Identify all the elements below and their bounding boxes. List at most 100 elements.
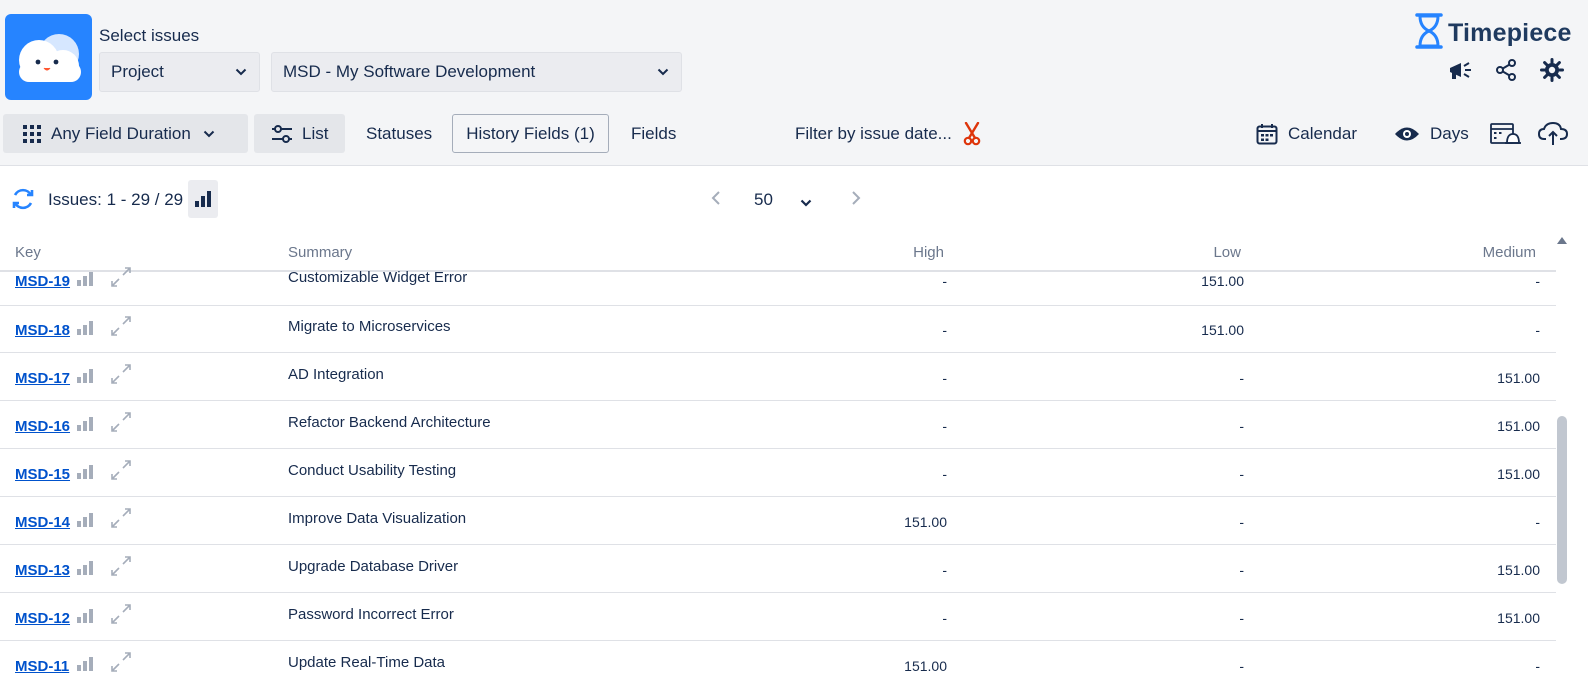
fields-button[interactable]: Fields [631,114,676,153]
bar-chart-icon[interactable] [77,560,95,576]
bar-chart-icon[interactable] [188,180,218,218]
medium-duration-cell: 151.00 [1497,370,1540,386]
medium-duration-cell: - [1535,514,1540,530]
sliders-icon [271,124,293,143]
megaphone-icon[interactable] [1446,56,1474,84]
issue-key-link[interactable]: MSD-17 [15,370,70,387]
table-row[interactable]: MSD-19 Customizable Widget Error - 151.00 - [0,258,1556,306]
filter-by-issue-date-button[interactable]: Filter by issue date... [795,114,982,153]
scissors-icon[interactable] [962,121,982,146]
table-row[interactable]: MSD-14 Improve Data Visualization 151.00 - - [0,497,1556,545]
previous-page-icon[interactable] [709,190,723,211]
statuses-button[interactable]: Statuses [366,114,432,153]
bar-chart-icon[interactable] [77,320,95,336]
scope-dropdown[interactable]: Project [99,52,260,92]
days-button[interactable]: Days [1394,114,1469,153]
issue-summary: Customizable Widget Error [288,269,468,286]
high-duration-cell: - [942,370,947,386]
calendar-icon [1256,123,1278,145]
report-type-button[interactable]: Any Field Duration [3,114,248,153]
issue-summary: AD Integration [288,366,384,383]
calendar-button[interactable]: Calendar [1256,114,1357,153]
list-button[interactable]: List [254,114,345,153]
statuses-label: Statuses [366,123,433,143]
expand-icon[interactable] [110,555,132,577]
medium-duration-cell: 151.00 [1497,466,1540,482]
low-duration-cell: 151.00 [1201,273,1244,289]
table-row[interactable]: MSD-17 AD Integration - - 151.00 [0,353,1556,401]
medium-duration-cell: - [1535,273,1540,289]
issue-key-link[interactable]: MSD-18 [15,322,70,339]
low-duration-cell: - [1239,658,1244,674]
issue-summary: Migrate to Microservices [288,318,451,335]
chevron-down-icon [656,65,670,79]
bar-chart-icon[interactable] [77,512,95,528]
table-row[interactable]: MSD-16 Refactor Backend Architecture - - 151… [0,401,1556,449]
grid-icon [23,124,41,143]
table-row[interactable]: MSD-12 Password Incorrect Error - - 151.00 [0,593,1556,641]
chevron-down-icon [234,65,248,79]
low-duration-cell: 151.00 [1201,322,1244,338]
bar-chart-icon[interactable] [77,656,95,672]
project-dropdown[interactable]: MSD - My Software Development [271,52,682,92]
expand-icon[interactable] [110,459,132,481]
issue-summary: Refactor Backend Architecture [288,414,491,431]
medium-duration-cell: 151.00 [1497,610,1540,626]
expand-icon[interactable] [110,507,132,529]
bar-chart-icon[interactable] [77,368,95,384]
page-size-value[interactable]: 50 [754,190,773,210]
expand-icon[interactable] [110,363,132,385]
expand-icon[interactable] [110,651,132,673]
issue-key-link[interactable]: MSD-13 [15,562,70,579]
expand-icon[interactable] [110,266,132,288]
days-label: Days [1430,123,1469,143]
issue-key-link[interactable]: MSD-12 [15,610,70,627]
table-row[interactable]: MSD-13 Upgrade Database Driver - - 151.00 [0,545,1556,593]
gear-icon[interactable] [1538,56,1566,84]
issue-key-link[interactable]: MSD-14 [15,514,70,531]
high-duration-cell: 151.00 [904,514,947,530]
calendar-alert-icon[interactable] [1490,114,1522,153]
table-row[interactable]: MSD-18 Migrate to Microservices - 151.00 - [0,305,1556,353]
cloud-upload-icon[interactable] [1538,114,1568,153]
refresh-icon[interactable] [10,186,36,217]
scroll-up-arrow-icon[interactable] [1557,237,1567,244]
project-dropdown-label: MSD - My Software Development [283,62,536,81]
low-duration-cell: - [1239,610,1244,626]
select-issues-label: Select issues [99,26,200,45]
history-fields-button[interactable]: History Fields (1) [452,114,609,153]
expand-icon[interactable] [110,603,132,625]
issue-key-link[interactable]: MSD-11 [15,658,69,675]
medium-duration-cell: - [1535,658,1540,674]
history-fields-label: History Fields (1) [466,123,595,143]
issue-key-link[interactable]: MSD-19 [15,273,70,290]
high-duration-cell: - [942,466,947,482]
next-page-icon[interactable] [849,190,863,211]
expand-icon[interactable] [110,411,132,433]
issue-summary: Upgrade Database Driver [288,558,459,575]
bar-chart-icon[interactable] [77,271,95,287]
low-duration-cell: - [1239,370,1244,386]
issue-key-link[interactable]: MSD-16 [15,418,70,435]
share-icon[interactable] [1492,56,1520,84]
scope-dropdown-label: Project [111,62,164,81]
low-duration-cell: - [1239,514,1244,530]
high-duration-cell: - [942,322,947,338]
table-row[interactable]: MSD-11 Update Real-Time Data 151.00 - - [0,641,1556,676]
bar-chart-icon[interactable] [77,464,95,480]
issues-bar [0,167,1588,233]
table-row[interactable]: MSD-15 Conduct Usability Testing - - 151.00 [0,449,1556,497]
filter-label: Filter by issue date... [795,123,952,143]
medium-duration-cell: - [1535,322,1540,338]
chevron-down-icon[interactable] [800,194,812,212]
high-duration-cell: - [942,610,947,626]
brand: Timepiece [1414,13,1572,54]
expand-icon[interactable] [110,315,132,337]
high-duration-cell: 151.00 [904,658,947,674]
low-duration-cell: - [1239,418,1244,434]
scrollbar-thumb[interactable] [1557,416,1567,584]
issue-key-link[interactable]: MSD-15 [15,466,70,483]
high-duration-cell: - [942,273,947,289]
bar-chart-icon[interactable] [77,416,95,432]
bar-chart-icon[interactable] [77,608,95,624]
